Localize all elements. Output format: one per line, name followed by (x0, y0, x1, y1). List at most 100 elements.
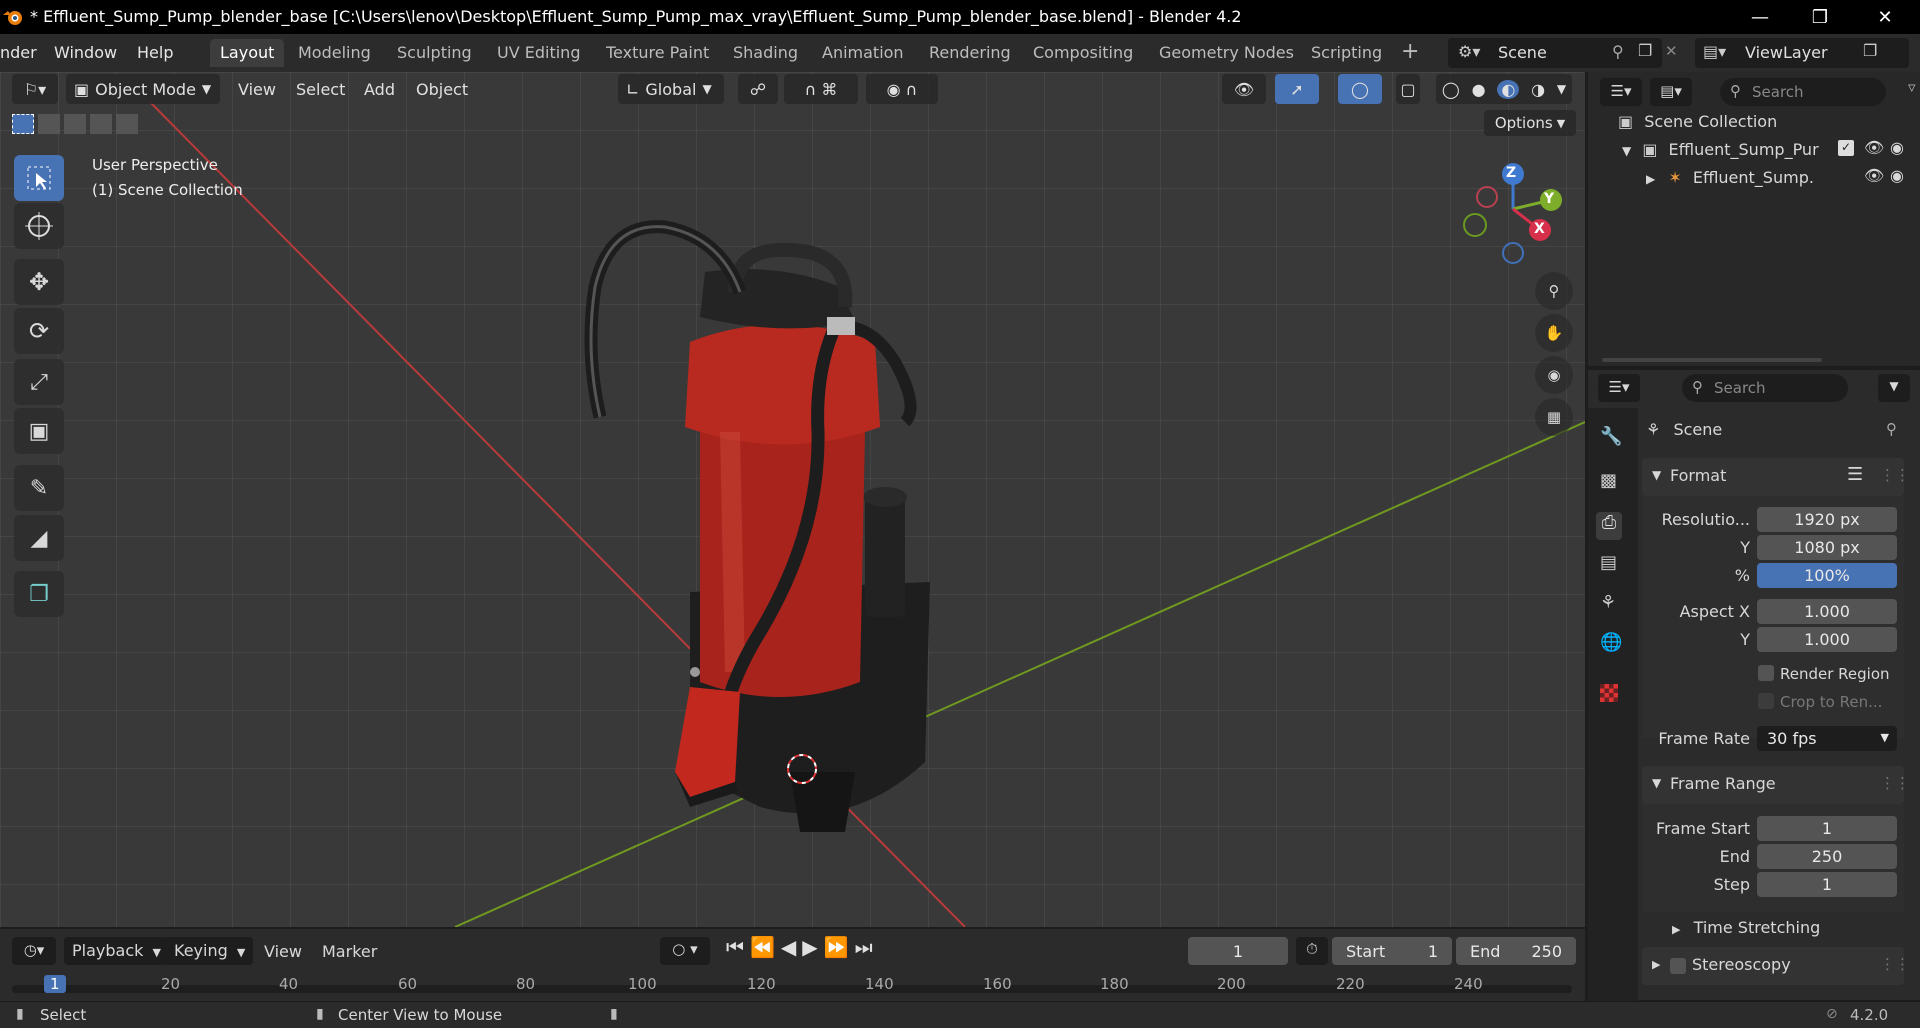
drag-handle-icon[interactable]: ⋮⋮ (1880, 466, 1910, 484)
transform-tool[interactable]: ▣ (14, 408, 64, 454)
outliner-item-object[interactable]: ▶ ✶ Effluent_Sump. 👁 ◉ (1636, 166, 1920, 187)
texture-props-icon[interactable] (1600, 684, 1618, 702)
chevron-down-icon[interactable]: ▼ (1557, 82, 1566, 96)
prev-keyframe-icon[interactable]: ⏪ (750, 935, 781, 959)
menu-help[interactable]: Help (137, 43, 173, 62)
menu-render[interactable]: nder (0, 43, 37, 62)
tab-uv-editing[interactable]: UV Editing (487, 39, 590, 67)
outliner-scrollbar[interactable] (1602, 358, 1822, 362)
rotate-tool[interactable]: ⟳ (14, 308, 64, 354)
jump-start-icon[interactable]: ⏮ (726, 935, 750, 959)
timeline-view-menu[interactable]: View (264, 942, 302, 961)
minimize-icon[interactable]: — (1730, 0, 1790, 34)
output-props-icon[interactable]: ⎙ (1596, 512, 1622, 540)
properties-editor-icon[interactable]: ☰▾ (1598, 374, 1640, 402)
eye-icon[interactable]: 👁 (1864, 138, 1884, 157)
auto-keying-icon[interactable]: ○ ▾ (660, 937, 710, 965)
rendered-shading-icon[interactable]: ◑ (1531, 80, 1545, 99)
tab-scripting[interactable]: Scripting (1301, 39, 1392, 67)
scene-props-icon[interactable]: ⚘ (1600, 592, 1616, 613)
editor-type-icon[interactable]: ⚐▾ (12, 74, 58, 104)
restore-icon[interactable]: ❐ (1790, 0, 1850, 34)
select-box-tool[interactable] (14, 155, 64, 201)
end-frame-field[interactable]: End 250 (1456, 937, 1576, 965)
menu-object[interactable]: Object (416, 74, 468, 104)
zoom-icon[interactable]: ⚲ (1535, 272, 1573, 310)
world-props-icon[interactable]: 🌐 (1600, 632, 1622, 653)
visibility-icon[interactable]: 👁 (1222, 74, 1266, 104)
frame-end-field[interactable]: 250 (1757, 844, 1897, 869)
play-reverse-icon[interactable]: ◀ (781, 935, 802, 959)
camera-icon[interactable]: ◉ (1890, 138, 1904, 157)
move-tool[interactable]: ✥ (14, 259, 64, 305)
pivot-icon[interactable]: ☍ (738, 74, 778, 104)
presets-icon[interactable]: ☰ (1847, 464, 1863, 485)
drag-handle-icon[interactable]: ⋮⋮ (1880, 955, 1910, 973)
menu-view[interactable]: View (238, 74, 276, 104)
ortho-grid-icon[interactable]: ▦ (1535, 398, 1573, 436)
eye-icon[interactable]: 👁 (1864, 166, 1884, 185)
xray-icon[interactable]: ▢ (1396, 74, 1420, 104)
resolution-pct-slider[interactable]: 100% (1757, 563, 1897, 588)
viewlayer-selector[interactable]: ▤▾ ViewLayer ❐ (1695, 38, 1909, 68)
tab-sculpting[interactable]: Sculpting (387, 39, 482, 67)
transform-orientation-dropdown[interactable]: ∟ Global ▼ (618, 74, 724, 104)
tab-animation[interactable]: Animation (812, 39, 914, 67)
add-workspace-icon[interactable]: + (1401, 39, 1419, 64)
select-subtract-icon[interactable] (64, 114, 86, 134)
tab-compositing[interactable]: Compositing (1023, 39, 1143, 67)
frame-step-field[interactable]: 1 (1757, 872, 1897, 897)
remove-scene-icon[interactable]: ✕ (1665, 42, 1678, 60)
close-icon[interactable]: ✕ (1855, 0, 1915, 34)
properties-search[interactable]: ⚲ Search (1682, 374, 1848, 402)
playhead[interactable]: 1 (44, 975, 66, 993)
play-icon[interactable]: ▶ (802, 935, 823, 959)
select-extend-icon[interactable] (38, 114, 60, 134)
new-scene-icon[interactable]: ❐ (1638, 41, 1652, 60)
tab-layout[interactable]: Layout (210, 39, 285, 67)
pin-icon[interactable]: ⚲ (1886, 420, 1897, 438)
select-intersect-icon[interactable] (116, 114, 138, 134)
measure-tool[interactable]: ◢ (14, 515, 64, 561)
chevron-down-icon[interactable]: ▼ (1622, 144, 1631, 158)
timeline-editor-icon[interactable]: ◷▾ (12, 937, 56, 965)
outliner-item-collection[interactable]: ▼ ▣ Effluent_Sump_Pur ✓ 👁 ◉ (1622, 138, 1920, 159)
gizmo-x-label[interactable]: X (1534, 221, 1545, 237)
aspect-y-field[interactable]: 1.000 (1757, 627, 1897, 652)
render-region-checkbox[interactable] (1758, 665, 1774, 681)
marker-menu[interactable]: Marker (322, 942, 377, 961)
keying-menu[interactable]: Keying ▼ (166, 937, 254, 965)
frame-range-panel-header[interactable]: ▼ Frame Range ⋮⋮ (1642, 766, 1910, 804)
gizmo-y-label[interactable]: Y (1544, 191, 1554, 207)
aspect-x-field[interactable]: 1.000 (1757, 599, 1897, 624)
time-stretching-subpanel[interactable]: ▶ Time Stretching (1672, 918, 1820, 937)
proportional-edit-icon[interactable]: ◉ ∩ (866, 74, 938, 104)
playback-menu[interactable]: Playback ▼ (64, 937, 169, 965)
gizmo-toggle-icon[interactable]: ➚ (1275, 74, 1319, 104)
frame-start-field[interactable]: 1 (1757, 816, 1897, 841)
annotate-tool[interactable]: ✎ (14, 465, 64, 511)
resolution-x-field[interactable]: 1920 px (1757, 507, 1897, 532)
3d-viewport[interactable]: Z Y X User Perspective (1) Scene Collect… (0, 72, 1585, 927)
start-frame-field[interactable]: Start 1 (1332, 937, 1452, 965)
menu-add[interactable]: Add (364, 74, 395, 104)
select-invert-icon[interactable] (90, 114, 112, 134)
menu-window[interactable]: Window (54, 43, 117, 62)
drag-handle-icon[interactable]: ⋮⋮ (1880, 774, 1910, 792)
mode-dropdown[interactable]: ▣ Object Mode ▼ (66, 74, 220, 104)
outliner-editor-icon[interactable]: ☰▾ (1600, 78, 1642, 106)
gizmo-z-label[interactable]: Z (1506, 165, 1516, 181)
render-props-icon[interactable]: ▩ (1600, 470, 1617, 491)
camera-view-icon[interactable]: ◉ (1535, 356, 1573, 394)
tab-geometry-nodes[interactable]: Geometry Nodes (1149, 39, 1304, 67)
display-mode-icon[interactable]: ▤▾ (1650, 78, 1692, 106)
scale-tool[interactable]: ⤢ (14, 359, 64, 405)
wireframe-shading-icon[interactable]: ◯ (1442, 80, 1460, 99)
overlays-icon[interactable]: ◯ (1338, 74, 1382, 104)
pan-hand-icon[interactable]: ✋ (1535, 314, 1573, 352)
frame-rate-dropdown[interactable]: 30 fps ▼ (1757, 726, 1897, 751)
jump-end-icon[interactable]: ⏭ (855, 935, 879, 959)
resolution-y-field[interactable]: 1080 px (1757, 535, 1897, 560)
chevron-right-icon[interactable]: ▶ (1646, 172, 1655, 186)
snap-icon[interactable]: ∩ ⌘ (784, 74, 858, 104)
